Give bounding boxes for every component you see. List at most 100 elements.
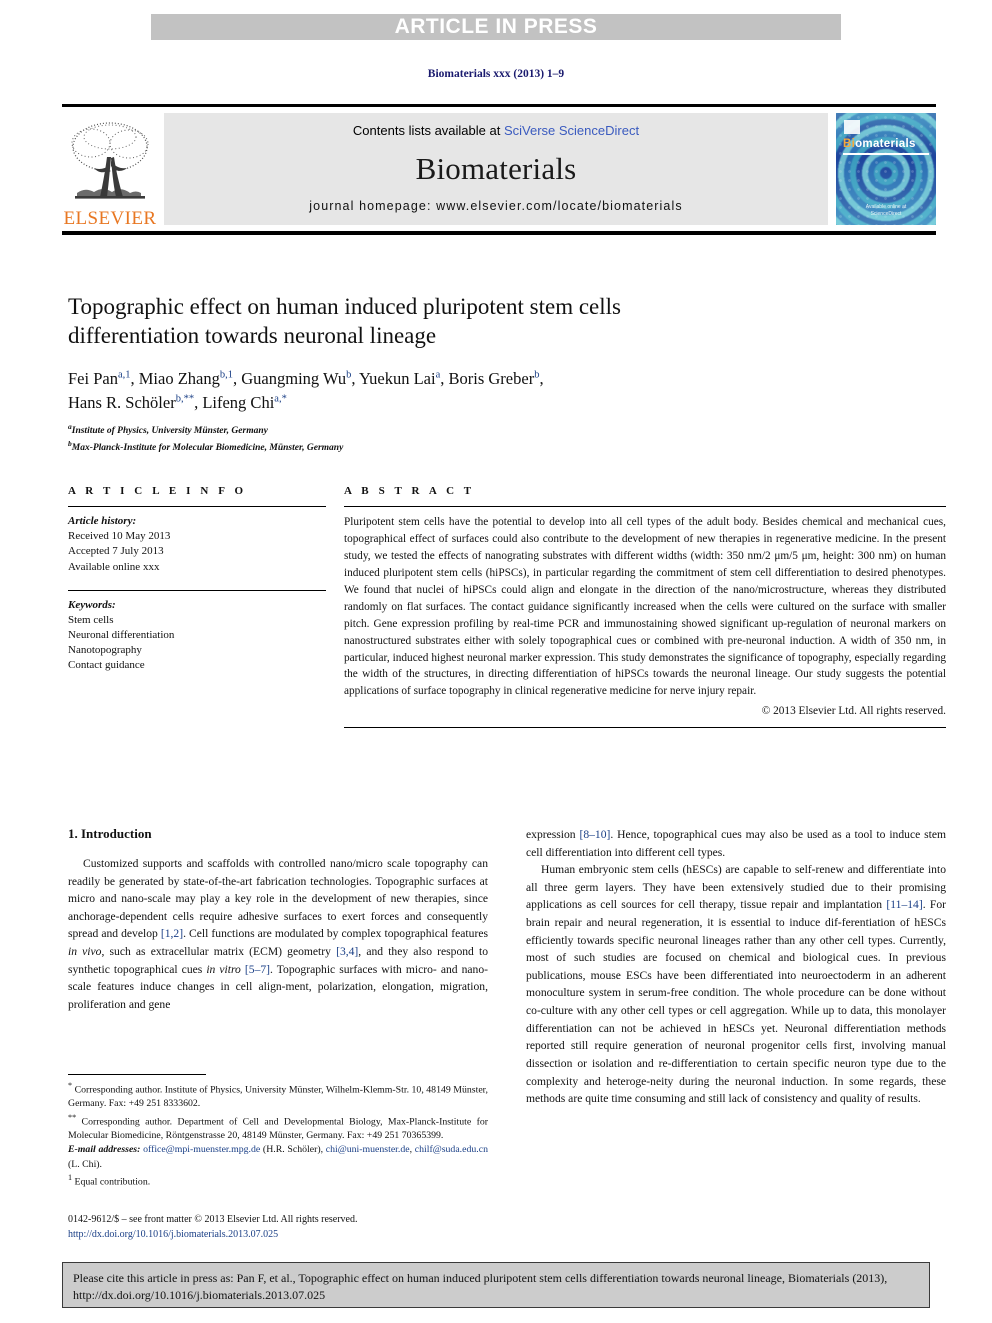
- footnote-equal-contribution: 1 Equal contribution.: [68, 1172, 488, 1189]
- intro-paragraph-1: Customized supports and scaffolds with c…: [68, 855, 488, 1013]
- history-available-online: Available online xxx: [68, 560, 160, 573]
- citation-ref-11-14[interactable]: [11–14]: [886, 898, 922, 911]
- author-hans-scholer: Hans R. Schöler: [68, 392, 176, 412]
- footnote-rule: [68, 1074, 206, 1075]
- affiliation-list: aInstitute of Physics, University Münste…: [68, 422, 708, 456]
- article-history-label: Article history:: [68, 515, 137, 527]
- cover-title-underline: [843, 153, 929, 155]
- keyword-item: Stem cells: [68, 613, 114, 626]
- email-addresses-label: E-mail addresses:: [68, 1144, 141, 1156]
- sciencedirect-link[interactable]: SciVerse ScienceDirect: [504, 123, 639, 138]
- author-fei-pan: Fei Pan: [68, 368, 118, 388]
- footnote-doublestar-mark: **: [68, 1112, 77, 1122]
- page-title: Topographic effect on human induced plur…: [68, 294, 621, 349]
- footnote-block: * Corresponding author. Institute of Phy…: [68, 1074, 488, 1189]
- citation-ref-3-4[interactable]: [3,4]: [336, 945, 358, 958]
- history-received: Received 10 May 2013: [68, 530, 171, 543]
- keyword-item: Contact guidance: [68, 659, 145, 672]
- cover-footer: Available online at ScienceDirect: [836, 204, 936, 217]
- section-heading-introduction: 1. Introduction: [68, 826, 152, 841]
- intro-paragraph-2: expression [8–10]. Hence, topographical …: [526, 826, 946, 861]
- journal-cover-thumbnail: Biomaterials Available online at Science…: [836, 113, 936, 225]
- article-info-column: A R T I C L E I N F O Article history: R…: [68, 485, 326, 728]
- contents-available-line: Contents lists available at SciVerse Sci…: [353, 123, 639, 138]
- footnote-email-addresses: E-mail addresses: office@mpi-muenster.mp…: [68, 1143, 488, 1171]
- cover-title-part2: omaterials: [855, 138, 916, 150]
- keywords-label: Keywords:: [68, 598, 116, 611]
- title-block: Topographic effect on human induced plur…: [68, 292, 708, 456]
- cite-this-article-text: Please cite this article in press as: Pa…: [73, 1271, 888, 1303]
- footnote-star-text: Corresponding author. Institute of Physi…: [68, 1084, 488, 1110]
- cover-footer-line2: ScienceDirect: [870, 210, 902, 217]
- author-fei-pan-sup: a,1: [117, 369, 131, 381]
- article-in-press-banner: ARTICLE IN PRESS: [151, 14, 841, 40]
- abstract-rule-bottom: [344, 727, 946, 729]
- footnote-doublestar-text: Corresponding author. Department of Cell…: [68, 1115, 488, 1142]
- article-info-heading: A R T I C L E I N F O: [68, 485, 247, 497]
- author-miao-zhang: , Miao Zhang: [130, 368, 220, 388]
- article-history-group: Article history: Received 10 May 2013 Ac…: [68, 514, 326, 575]
- term-in-vitro: in vitro: [206, 962, 241, 976]
- intro-paragraph-3: Human embryonic stem cells (hESCs) are c…: [526, 861, 946, 1108]
- history-accepted: Accepted 7 July 2013: [68, 545, 164, 558]
- affiliation-b: bMax-Planck-Institute for Molecular Biom…: [68, 439, 708, 456]
- body-columns: 1. Introduction Customized supports and …: [68, 826, 946, 1108]
- imprint-front-matter: 0142-9612/$ – see front matter © 2013 El…: [68, 1214, 358, 1225]
- author-boris-greber: , Boris Greber: [440, 368, 535, 388]
- body-column-right: expression [8–10]. Hence, topographical …: [526, 826, 946, 1108]
- abstract-copyright: © 2013 Elsevier Ltd. All rights reserved…: [761, 705, 946, 718]
- running-head: Biomaterials xxx (2013) 1–9: [427, 68, 565, 80]
- email-link-chi-uni[interactable]: chi@uni-muenster.de: [326, 1144, 410, 1155]
- masthead-rule-bottom: [62, 231, 936, 235]
- keyword-item: Nanotopography: [68, 644, 142, 657]
- abstract-column: A B S T R A C T Pluripotent stem cells h…: [344, 485, 946, 729]
- imprint-doi-link[interactable]: http://dx.doi.org/10.1016/j.biomaterials…: [68, 1227, 498, 1242]
- cover-publisher-mark-icon: [844, 120, 860, 134]
- author-hans-scholer-sup: b,**: [175, 393, 195, 405]
- author-comma: ,: [539, 368, 544, 388]
- author-yuekun-lai: , Yuekun Lai: [351, 368, 436, 388]
- author-lifeng-chi: , Lifeng Chi: [194, 392, 275, 412]
- affiliation-a-text: Institute of Physics, University Münster…: [71, 425, 268, 436]
- article-info-rule: [68, 506, 326, 507]
- citation-ref-5-7[interactable]: [5–7]: [245, 963, 270, 976]
- cover-title-part1: Bi: [843, 138, 856, 150]
- footnote-corresponding-author-1: * Corresponding author. Institute of Phy…: [68, 1080, 488, 1112]
- keywords-group: Keywords: Stem cells Neuronal differenti…: [68, 598, 326, 674]
- citation-ref-1-2[interactable]: [1,2]: [161, 927, 183, 940]
- email-link-scholer[interactable]: office@mpi-muenster.mpg.de: [143, 1144, 260, 1155]
- abstract-heading: A B S T R A C T: [344, 485, 475, 497]
- elsevier-tree-icon: [67, 117, 153, 209]
- imprint-block: 0142-9612/$ – see front matter © 2013 El…: [68, 1212, 498, 1242]
- email-link-chi-suda[interactable]: chilf@suda.edu.cn: [415, 1144, 488, 1155]
- cover-journal-title: Biomaterials: [843, 138, 916, 150]
- journal-homepage-line[interactable]: journal homepage: www.elsevier.com/locat…: [309, 199, 682, 213]
- author-list: Fei Pana,1, Miao Zhangb,1, Guangming Wu b…: [68, 367, 708, 415]
- email-owner-chi: (L. Chi).: [68, 1158, 103, 1170]
- footnote-equal-text: Equal contribution.: [72, 1176, 151, 1188]
- intro-p1-seg3: , such as extracellular matrix (ECM) geo…: [101, 945, 337, 959]
- term-in-vivo: in vivo: [68, 945, 102, 959]
- email-owner-scholer: (H.R. Schöler),: [260, 1144, 326, 1156]
- article-in-press-label: ARTICLE IN PRESS: [394, 15, 598, 38]
- footnote-corresponding-author-2: ** Corresponding author. Department of C…: [68, 1112, 488, 1144]
- author-miao-zhang-sup: b,1: [219, 369, 233, 381]
- body-column-left: 1. Introduction Customized supports and …: [68, 826, 488, 1108]
- intro-p3-seg1: Human embryonic stem cells (hESCs) are c…: [526, 863, 946, 912]
- author-lifeng-chi-sup: a,*: [274, 393, 287, 405]
- cite-this-article-box: Please cite this article in press as: Pa…: [62, 1262, 930, 1308]
- abstract-rule-top: [344, 506, 946, 507]
- intro-p2-seg1: expression: [526, 828, 580, 841]
- affiliation-a: aInstitute of Physics, University Münste…: [68, 422, 708, 439]
- intro-p1-seg2: . Cell functions are modulated by comple…: [183, 927, 488, 941]
- keyword-item: Neuronal differentiation: [68, 629, 175, 642]
- elsevier-wordmark: ELSEVIER: [63, 208, 157, 229]
- contents-prefix: Contents lists available at: [352, 123, 504, 138]
- elsevier-logo: ELSEVIER: [62, 107, 158, 231]
- article-info-separator: [68, 589, 326, 591]
- author-guangming-wu: , Guangming Wu: [233, 368, 347, 388]
- info-abstract-region: A R T I C L E I N F O Article history: R…: [68, 485, 946, 729]
- journal-masthead: ELSEVIER Contents lists available at Sci…: [62, 104, 936, 235]
- citation-ref-8-10[interactable]: [8–10]: [579, 828, 610, 841]
- affiliation-b-text: Max-Planck-Institute for Molecular Biome…: [71, 442, 344, 453]
